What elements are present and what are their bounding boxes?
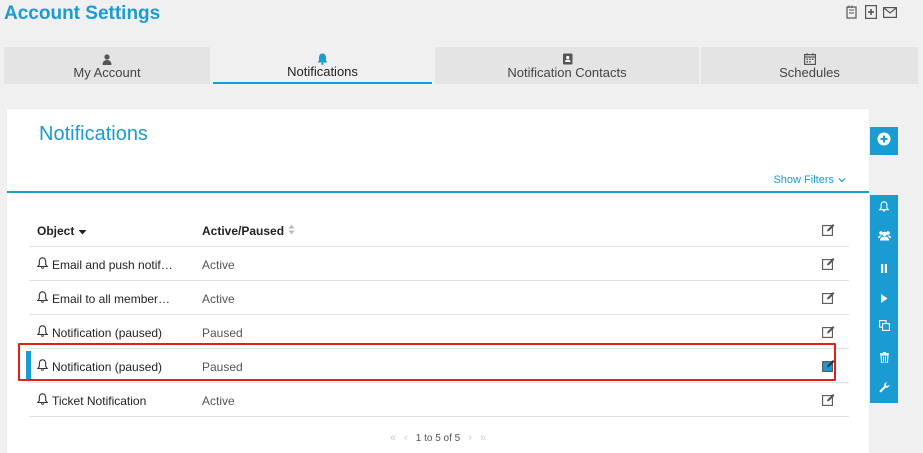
table-row[interactable]: Ticket Notification Active — [29, 383, 849, 417]
table-header: Object Active/Paused — [29, 213, 849, 247]
row-object: Email to all member… — [37, 291, 187, 306]
notes-icon[interactable] — [845, 5, 859, 19]
sort-icon — [288, 224, 295, 238]
tab-label: Notifications — [287, 64, 358, 79]
notifications-panel: Notifications Show Filters Object Active… — [7, 109, 869, 453]
user-icon — [101, 53, 113, 65]
panel-divider — [7, 191, 869, 193]
add-document-icon[interactable] — [864, 5, 878, 19]
notifications-table: Object Active/Paused Email and push noti… — [26, 213, 849, 417]
row-object: Email and push notif… — [37, 257, 187, 272]
edit-icon[interactable] — [822, 393, 835, 406]
settings-button[interactable] — [870, 376, 898, 402]
row-status: Active — [202, 394, 235, 408]
tab-label: My Account — [73, 65, 141, 80]
table-row-selected[interactable]: Notification (paused) Paused — [26, 349, 849, 383]
copy-icon — [878, 318, 890, 336]
last-page-icon[interactable]: » — [480, 432, 486, 444]
column-header-label: Active/Paused — [202, 224, 285, 238]
column-header-object[interactable]: Object — [37, 224, 87, 238]
bell-outline-icon — [37, 325, 49, 340]
header: Account Settings — [0, 0, 923, 30]
side-toolbar — [870, 195, 898, 403]
table-row[interactable]: Email and push notif… Active — [29, 247, 849, 281]
users-icon — [877, 228, 891, 246]
row-status: Active — [202, 292, 235, 306]
bell-outline-icon — [37, 257, 49, 272]
row-object: Ticket Notification — [37, 393, 187, 408]
wrench-icon — [879, 380, 890, 398]
pager: « ‹ 1 to 5 of 5 › » — [7, 432, 869, 444]
page-title: Account Settings — [4, 3, 161, 24]
row-status: Paused — [202, 326, 243, 340]
row-status: Active — [202, 258, 235, 272]
bell-outline-icon — [37, 291, 49, 306]
pause-button[interactable] — [870, 256, 898, 282]
prev-page-icon[interactable]: ‹ — [404, 432, 408, 444]
show-filters-label: Show Filters — [773, 174, 834, 186]
row-object-label: Ticket Notification — [52, 393, 147, 408]
copy-button[interactable] — [870, 314, 898, 340]
edit-icon[interactable] — [822, 325, 835, 338]
panel-title: Notifications — [39, 123, 148, 145]
tab-notifications[interactable]: Notifications — [213, 47, 432, 84]
next-page-icon[interactable]: › — [468, 432, 472, 444]
tab-bar: My Account Notifications Notification Co… — [4, 47, 918, 84]
bell-outline-icon — [37, 393, 49, 408]
tab-notification-contacts[interactable]: Notification Contacts — [435, 47, 699, 84]
show-filters-link[interactable]: Show Filters — [773, 174, 846, 186]
row-object: Notification (paused) — [37, 359, 187, 374]
edit-icon[interactable] — [822, 291, 835, 304]
row-object-label: Email to all member… — [52, 291, 171, 306]
play-button[interactable] — [870, 286, 898, 312]
column-header-label: Object — [37, 224, 75, 238]
plus-circle-icon — [877, 132, 891, 151]
table-row[interactable]: Notification (paused) Paused — [29, 315, 849, 349]
bell-icon — [878, 199, 890, 217]
tab-schedules[interactable]: Schedules — [701, 47, 918, 84]
sort-desc-icon — [78, 224, 87, 238]
row-object-label: Notification (paused) — [52, 325, 163, 340]
envelope-icon[interactable] — [883, 5, 897, 19]
row-object-label: Email and push notif… — [52, 257, 173, 272]
bell-outline-icon — [37, 359, 49, 374]
edit-icon[interactable] — [822, 257, 835, 270]
first-page-icon[interactable]: « — [390, 432, 396, 444]
pause-icon — [880, 260, 888, 278]
tab-label: Schedules — [779, 65, 840, 80]
tab-my-account[interactable]: My Account — [4, 47, 210, 84]
add-button[interactable] — [870, 127, 898, 155]
trash-icon — [879, 350, 889, 368]
row-object: Notification (paused) — [37, 325, 187, 340]
edit-all-icon[interactable] — [822, 223, 835, 236]
play-icon — [880, 290, 888, 308]
address-book-icon — [561, 53, 573, 65]
chevron-down-icon — [838, 174, 846, 186]
calendar-icon — [803, 53, 816, 65]
delete-button[interactable] — [870, 346, 898, 372]
header-icons — [845, 5, 897, 19]
tab-label: Notification Contacts — [507, 65, 627, 80]
selected-row-indicator — [26, 351, 31, 381]
pager-text: 1 to 5 of 5 — [415, 432, 461, 444]
edit-icon[interactable] — [822, 359, 835, 372]
table-row[interactable]: Email to all member… Active — [29, 281, 849, 315]
row-status: Paused — [202, 360, 243, 374]
bell-button[interactable] — [870, 195, 898, 221]
row-object-label: Notification (paused) — [52, 359, 163, 374]
column-header-status[interactable]: Active/Paused — [202, 224, 295, 238]
users-button[interactable] — [870, 224, 898, 250]
